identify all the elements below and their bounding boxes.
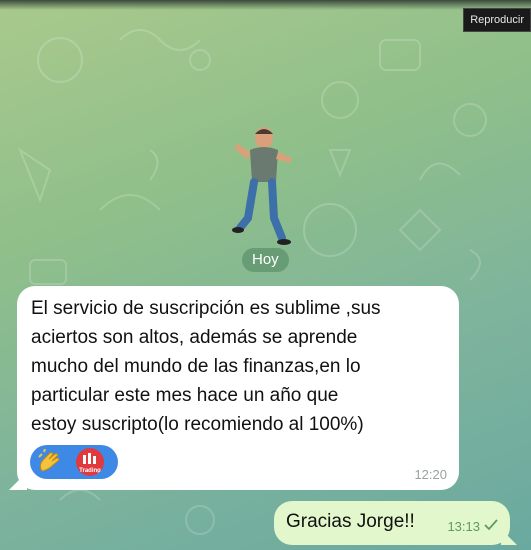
bubble-tail: [501, 529, 517, 545]
replay-label[interactable]: Reproducir: [463, 8, 531, 32]
outgoing-message-bubble[interactable]: Gracias Jorge!! 13:13: [274, 501, 517, 545]
outgoing-message-text: Gracias Jorge!!: [286, 511, 415, 532]
bubble-tail: [9, 472, 27, 490]
incoming-message-text: El servicio de suscripción es sublime ,s…: [31, 298, 381, 435]
date-badge: Hoy: [242, 248, 289, 272]
outgoing-message-time: 13:13: [447, 519, 480, 534]
single-check-icon: [484, 519, 498, 531]
clapping-hands-icon: [38, 449, 60, 472]
avatar-label: Trading: [79, 468, 101, 474]
top-shadow: [0, 0, 531, 10]
reaction-pill[interactable]: Trading: [30, 445, 118, 479]
dancing-man-sticker[interactable]: [228, 120, 298, 250]
reactor-avatar: Trading: [76, 448, 104, 476]
incoming-message-time: 12:20: [414, 467, 447, 482]
